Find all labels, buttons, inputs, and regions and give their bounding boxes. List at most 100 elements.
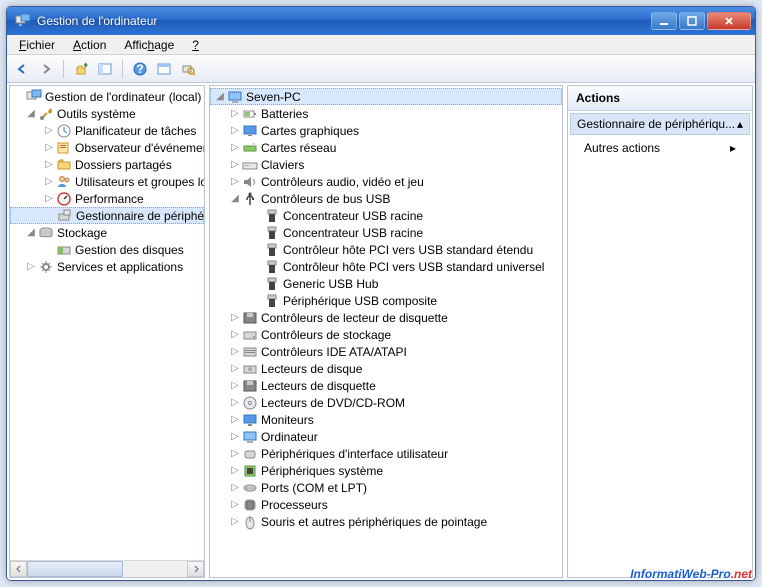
tree-root[interactable]: Gestion de l'ordinateur (local)	[10, 88, 204, 105]
expander-icon[interactable]: ▷	[228, 398, 242, 408]
expander-icon[interactable]: ▷	[228, 160, 242, 170]
expander-icon[interactable]: ▷	[228, 483, 242, 493]
expander-icon[interactable]: ▷	[24, 262, 38, 272]
scan-button[interactable]	[177, 58, 199, 80]
up-button[interactable]	[70, 58, 92, 80]
expander-icon[interactable]: ▷	[42, 126, 56, 136]
expander-icon[interactable]: ◢	[213, 92, 227, 102]
expander-icon[interactable]: ▷	[228, 517, 242, 527]
device-category[interactable]: ▷Processeurs	[210, 496, 562, 513]
menu-help[interactable]: ?	[184, 36, 207, 54]
scroll-thumb[interactable]	[27, 561, 123, 577]
expander-icon[interactable]: ▷	[42, 177, 56, 187]
scroll-right-button[interactable]	[187, 561, 204, 577]
help-button[interactable]: ?	[129, 58, 151, 80]
device-category[interactable]: ▷Contrôleurs de lecteur de disquette	[210, 309, 562, 326]
tree-services[interactable]: ▷Services et applications	[10, 258, 204, 275]
scroll-track[interactable]	[27, 561, 187, 577]
tree-label: Concentrateur USB racine	[283, 226, 423, 240]
device-category[interactable]: ▷Contrôleurs de stockage	[210, 326, 562, 343]
expander-icon[interactable]: ▷	[228, 126, 242, 136]
tree-storage[interactable]: ◢Stockage	[10, 224, 204, 241]
device-category[interactable]: ◢Contrôleurs de bus USB	[210, 190, 562, 207]
usbdev-icon	[264, 293, 280, 309]
device-category[interactable]: ▷Cartes graphiques	[210, 122, 562, 139]
tree-label: Gestion des disques	[75, 243, 184, 257]
forward-button[interactable]	[35, 58, 57, 80]
collapse-icon[interactable]: ▴	[737, 117, 743, 131]
nav-tree[interactable]: Gestion de l'ordinateur (local) ◢ Outils…	[10, 86, 204, 560]
back-button[interactable]	[11, 58, 33, 80]
device-category[interactable]: ▷ Périphériques d'interface utilisateur	[210, 445, 562, 462]
device-category[interactable]: ▷Cartes réseau	[210, 139, 562, 156]
menu-view[interactable]: Affichage	[116, 36, 182, 54]
maximize-button[interactable]	[679, 12, 705, 30]
device-item[interactable]: Contrôleur hôte PCI vers USB standard ét…	[210, 241, 562, 258]
expander-icon[interactable]: ▷	[228, 466, 242, 476]
tree-item[interactable]: ▷Dossiers partagés	[10, 156, 204, 173]
properties-button[interactable]	[153, 58, 175, 80]
tree-systools[interactable]: ◢ Outils système	[10, 105, 204, 122]
tree-item[interactable]: ▷Utilisateurs et groupes locaux	[10, 173, 204, 190]
device-category[interactable]: ▷Ports (COM et LPT)	[210, 479, 562, 496]
expander-icon[interactable]: ◢	[228, 194, 242, 204]
device-category[interactable]: ▷Ordinateur	[210, 428, 562, 445]
h-scrollbar[interactable]	[10, 560, 204, 577]
scroll-left-button[interactable]	[10, 561, 27, 577]
expander-icon[interactable]: ◢	[24, 228, 38, 238]
expander-icon[interactable]: ▷	[228, 177, 242, 187]
close-button[interactable]	[707, 12, 751, 30]
tree-label: Contrôleurs audio, vidéo et jeu	[261, 175, 424, 189]
expander-icon[interactable]: ▷	[228, 143, 242, 153]
show-hide-tree-button[interactable]	[94, 58, 116, 80]
device-category[interactable]: ▷ Batteries	[210, 105, 562, 122]
expander-icon[interactable]: ▷	[42, 194, 56, 204]
device-item[interactable]: Concentrateur USB racine	[210, 224, 562, 241]
tree-item-device-mgr[interactable]: Gestionnaire de périphériques	[10, 207, 204, 224]
display-icon	[242, 123, 258, 139]
expander-icon[interactable]: ▷	[42, 160, 56, 170]
expander-icon[interactable]: ▷	[228, 381, 242, 391]
actions-context[interactable]: Gestionnaire de périphériqu... ▴	[570, 113, 750, 135]
device-item[interactable]: Contrôleur hôte PCI vers USB standard un…	[210, 258, 562, 275]
tree-label: Batteries	[261, 107, 308, 121]
expander-icon[interactable]: ▷	[228, 449, 242, 459]
device-item[interactable]: Concentrateur USB racine	[210, 207, 562, 224]
expander-icon[interactable]: ▷	[228, 313, 242, 323]
menu-file[interactable]: Fichier	[11, 36, 63, 54]
device-category[interactable]: ▷Contrôleurs IDE ATA/ATAPI	[210, 343, 562, 360]
tree-label: Seven-PC	[246, 90, 301, 104]
device-item[interactable]: Périphérique USB composite	[210, 292, 562, 309]
expander-icon[interactable]: ▷	[228, 432, 242, 442]
tree-item[interactable]: Gestion des disques	[10, 241, 204, 258]
expander-icon[interactable]: ▷	[42, 143, 56, 153]
titlebar[interactable]: Gestion de l'ordinateur	[7, 7, 755, 35]
device-category[interactable]: ▷Souris et autres périphériques de point…	[210, 513, 562, 530]
tree-item[interactable]: ▷Planificateur de tâches	[10, 122, 204, 139]
device-category[interactable]: ▷ Contrôleurs audio, vidéo et jeu	[210, 173, 562, 190]
device-category[interactable]: ▷Lecteurs de disquette	[210, 377, 562, 394]
device-category[interactable]: ▷Lecteurs de disque	[210, 360, 562, 377]
computer-icon	[227, 89, 243, 105]
device-root[interactable]: ◢ Seven-PC	[210, 88, 562, 105]
tree-label: Périphériques d'interface utilisateur	[261, 447, 448, 461]
expander-icon[interactable]: ◢	[24, 109, 38, 119]
minimize-button[interactable]	[651, 12, 677, 30]
device-category[interactable]: ▷Périphériques système	[210, 462, 562, 479]
actions-more[interactable]: Autres actions ▸	[568, 137, 752, 159]
expander-icon[interactable]: ▷	[228, 364, 242, 374]
tree-item[interactable]: ▷Performance	[10, 190, 204, 207]
device-tree[interactable]: ◢ Seven-PC ▷Batteries▷Cartes graphiques▷…	[210, 86, 562, 577]
computer-mgmt-icon	[26, 89, 42, 105]
tree-item[interactable]: ▷Observateur d'événements	[10, 139, 204, 156]
device-item[interactable]: Generic USB Hub	[210, 275, 562, 292]
device-category[interactable]: ▷Lecteurs de DVD/CD-ROM	[210, 394, 562, 411]
expander-icon[interactable]: ▷	[228, 500, 242, 510]
menu-action[interactable]: Action	[65, 36, 114, 54]
expander-icon[interactable]: ▷	[228, 347, 242, 357]
expander-icon[interactable]: ▷	[228, 415, 242, 425]
expander-icon[interactable]: ▷	[228, 330, 242, 340]
expander-icon[interactable]: ▷	[228, 109, 242, 119]
device-category[interactable]: ▷Moniteurs	[210, 411, 562, 428]
device-category[interactable]: ▷Claviers	[210, 156, 562, 173]
